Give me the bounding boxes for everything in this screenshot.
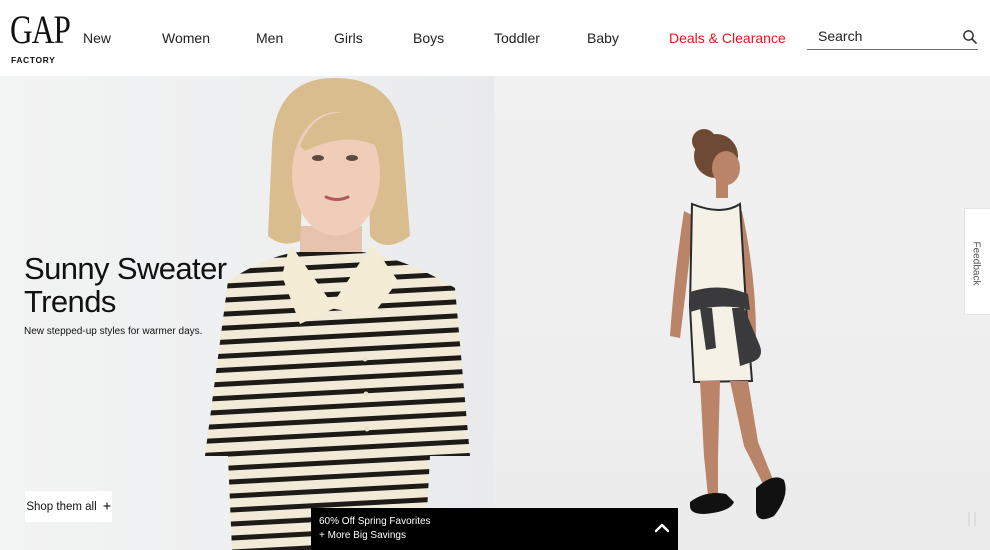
promo-headline: 60% Off Spring Favorites [319,516,431,527]
nav-item-new[interactable]: New [83,30,111,46]
hero-image-left[interactable]: Sunny Sweater Trends New stepped-up styl… [0,76,494,550]
nav-item-men[interactable]: Men [256,30,283,46]
site-header: GAP FACTORY New Women Men Girls Boys Tod… [0,0,990,76]
nav-item-girls[interactable]: Girls [334,30,363,46]
hero-title: Sunny Sweater Trends [24,251,227,319]
nav-item-women[interactable]: Women [162,30,210,46]
shop-them-all-button[interactable]: Shop them all [25,491,112,522]
plus-icon [103,501,111,513]
nav-item-deals-clearance[interactable]: Deals & Clearance [669,30,786,46]
promo-banner[interactable]: 60% Off Spring Favorites + More Big Savi… [311,508,678,550]
hero-banner[interactable]: Sunny Sweater Trends New stepped-up styl… [0,76,990,550]
promo-subline: + More Big Savings [319,530,406,541]
gap-factory-logo[interactable]: GAP FACTORY [10,10,71,66]
pause-icon[interactable] [966,510,978,528]
chevron-up-icon[interactable] [654,520,670,536]
hero-subtitle: New stepped-up styles for warmer days. [24,326,203,337]
feedback-tab[interactable]: Feedback [964,208,990,315]
nav-item-toddler[interactable]: Toddler [494,30,540,46]
search-icon[interactable] [962,29,978,45]
nav-item-baby[interactable]: Baby [587,30,619,46]
search-input[interactable] [818,27,958,45]
nav-item-boys[interactable]: Boys [413,30,444,46]
search-bar [807,24,978,50]
shop-button-label: Shop them all [26,500,97,513]
hero-image-right[interactable] [494,76,990,550]
logo-wordmark: GAP [10,7,71,52]
logo-subtext: FACTORY [11,55,56,65]
feedback-label: Feedback [970,241,982,286]
girl-white-dress-photo [670,129,786,520]
